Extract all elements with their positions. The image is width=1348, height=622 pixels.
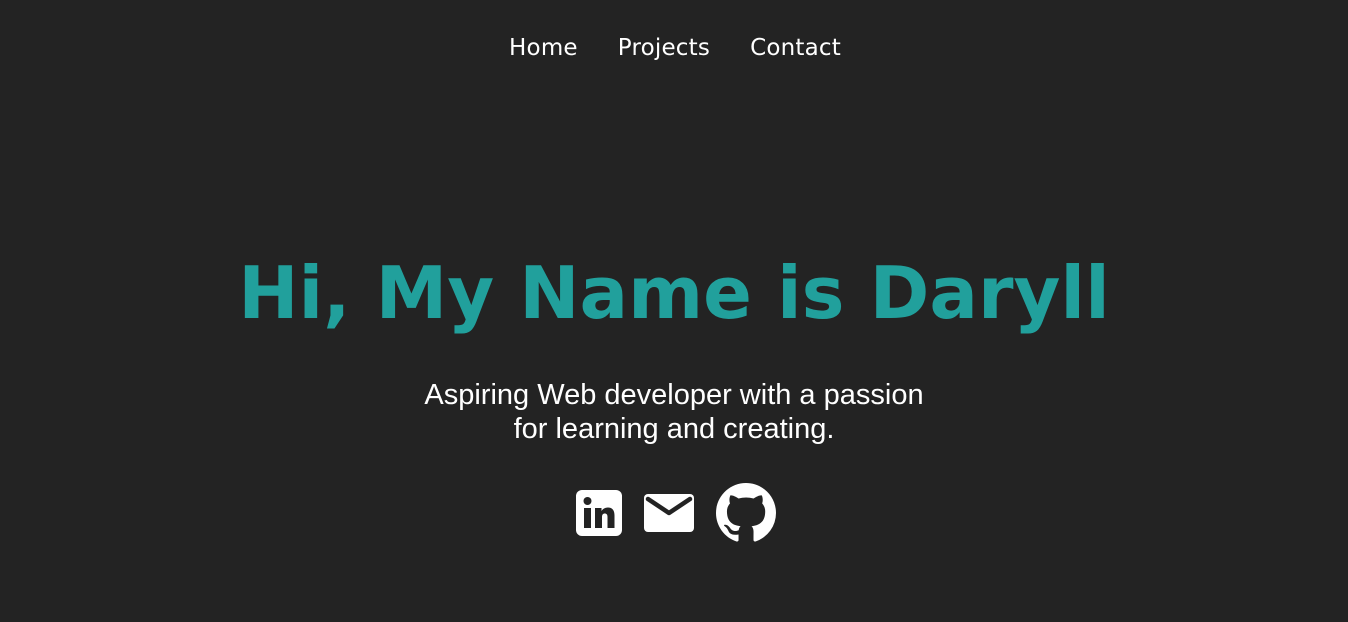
linkedin-icon	[576, 490, 622, 536]
tagline-line-2: for learning and creating.	[513, 413, 835, 445]
tagline-line-1: Aspiring Web developer with a passion	[424, 379, 924, 411]
hero-title: Hi, My Name is Daryll	[238, 251, 1110, 335]
main-nav: Home Projects Contact	[0, 30, 1348, 66]
github-icon	[716, 483, 776, 542]
github-link[interactable]	[716, 483, 776, 543]
nav-home-link[interactable]: Home	[509, 30, 578, 66]
nav-contact-link[interactable]: Contact	[750, 30, 841, 66]
social-links	[0, 483, 1348, 543]
nav-projects-link[interactable]: Projects	[618, 30, 710, 66]
email-link[interactable]	[644, 493, 694, 533]
linkedin-link[interactable]	[576, 490, 622, 536]
email-icon	[644, 494, 694, 532]
hero-tagline: Aspiring Web developer with a passion fo…	[0, 378, 1348, 446]
